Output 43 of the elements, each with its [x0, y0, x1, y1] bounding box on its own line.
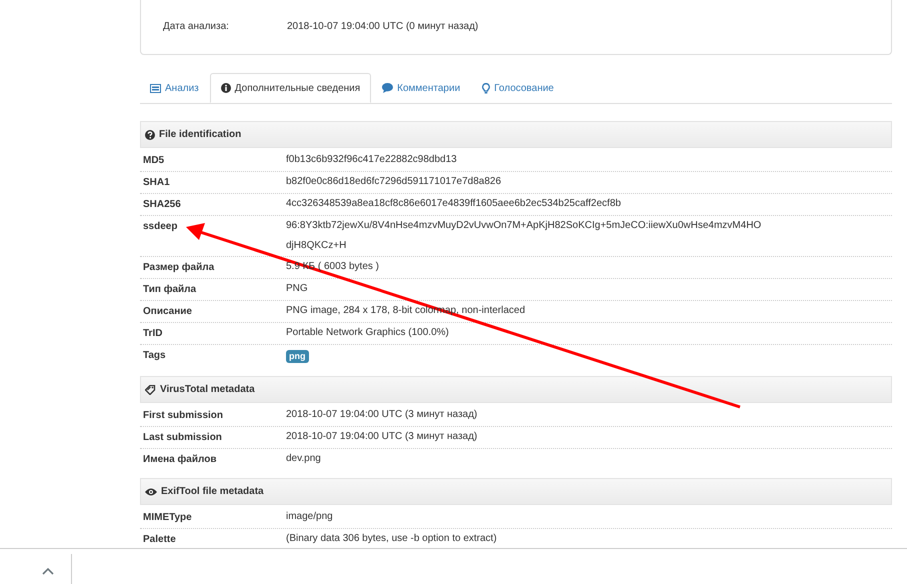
row-value: PNG — [286, 282, 309, 296]
row-label: SHA256 — [143, 199, 182, 210]
info-icon — [220, 83, 231, 93]
tag-badge[interactable]: png — [286, 350, 308, 363]
tab[interactable]: Голосование — [471, 73, 565, 103]
bulb-icon — [482, 82, 490, 94]
row-label: ssdeep — [143, 221, 178, 234]
row-value: 4cc326348539a8ea18cf8c86e6017e4839ff1605aee6b2ec534b25caff2ecf8b — [286, 197, 622, 211]
row-value: 2018-10-07 19:04:00 UTC (3 минут назад) — [286, 408, 478, 422]
question-icon — [145, 130, 155, 140]
row-value: 2018-10-07 19:04:00 UTC (3 минут назад) — [286, 430, 478, 444]
list-icon — [150, 84, 161, 92]
field-value: 2018-10-07 19:04:00 UTC (0 минут назад) — [287, 21, 478, 32]
row-label: MD5 — [143, 155, 166, 166]
tag-icon — [145, 384, 156, 394]
row-value: f0b13c6b932f96c417e22882c98dbd13 — [286, 153, 458, 167]
speech-bubble-icon — [382, 83, 394, 93]
tab[interactable]: Дополнительные сведения — [210, 73, 372, 103]
row-label: Размер файла — [143, 262, 216, 273]
tab[interactable]: Комментарии — [371, 73, 472, 103]
section-header: ExifTool file metadata — [140, 478, 892, 505]
row-label: MIMEType — [143, 512, 193, 523]
row-value: 96:8Y3ktb72jewXu/8V4nHse4mzvMuyD2vUvwOn7M+ApKjH82SoKCIg+5mJeCO:iiewXu0wHse4mzvM4HOdjH8QKCz+H — [286, 219, 762, 253]
row-label: First submission — [143, 410, 224, 421]
eye-icon — [145, 488, 157, 496]
row-label: TrID — [143, 328, 164, 339]
field-label: Дата анализа: — [163, 21, 230, 32]
section-header: VirusTotal metadata — [140, 376, 892, 403]
row-label: Palette — [143, 534, 177, 545]
row-label: Last submission — [143, 432, 223, 443]
row-value: image/png — [286, 510, 334, 524]
row-label: SHA1 — [143, 177, 171, 188]
chevron-up-icon[interactable] — [42, 568, 54, 574]
row-value: Portable Network Graphics (100.0%) — [286, 326, 450, 340]
tab[interactable]: Анализ — [140, 73, 210, 103]
row-value: (Binary data 306 bytes, use -b option to extract) — [286, 532, 498, 546]
row-value: dev.png — [286, 452, 322, 466]
section-header: File identification — [140, 121, 892, 148]
row-value: b82f0e0c86d18ed6fc7296d591171017e7d8a826 — [286, 175, 502, 189]
row-label: Имена файлов — [143, 454, 218, 465]
row-label: Tags — [143, 350, 167, 363]
row-label: Тип файла — [143, 284, 198, 295]
row-label: Описание — [143, 306, 193, 317]
